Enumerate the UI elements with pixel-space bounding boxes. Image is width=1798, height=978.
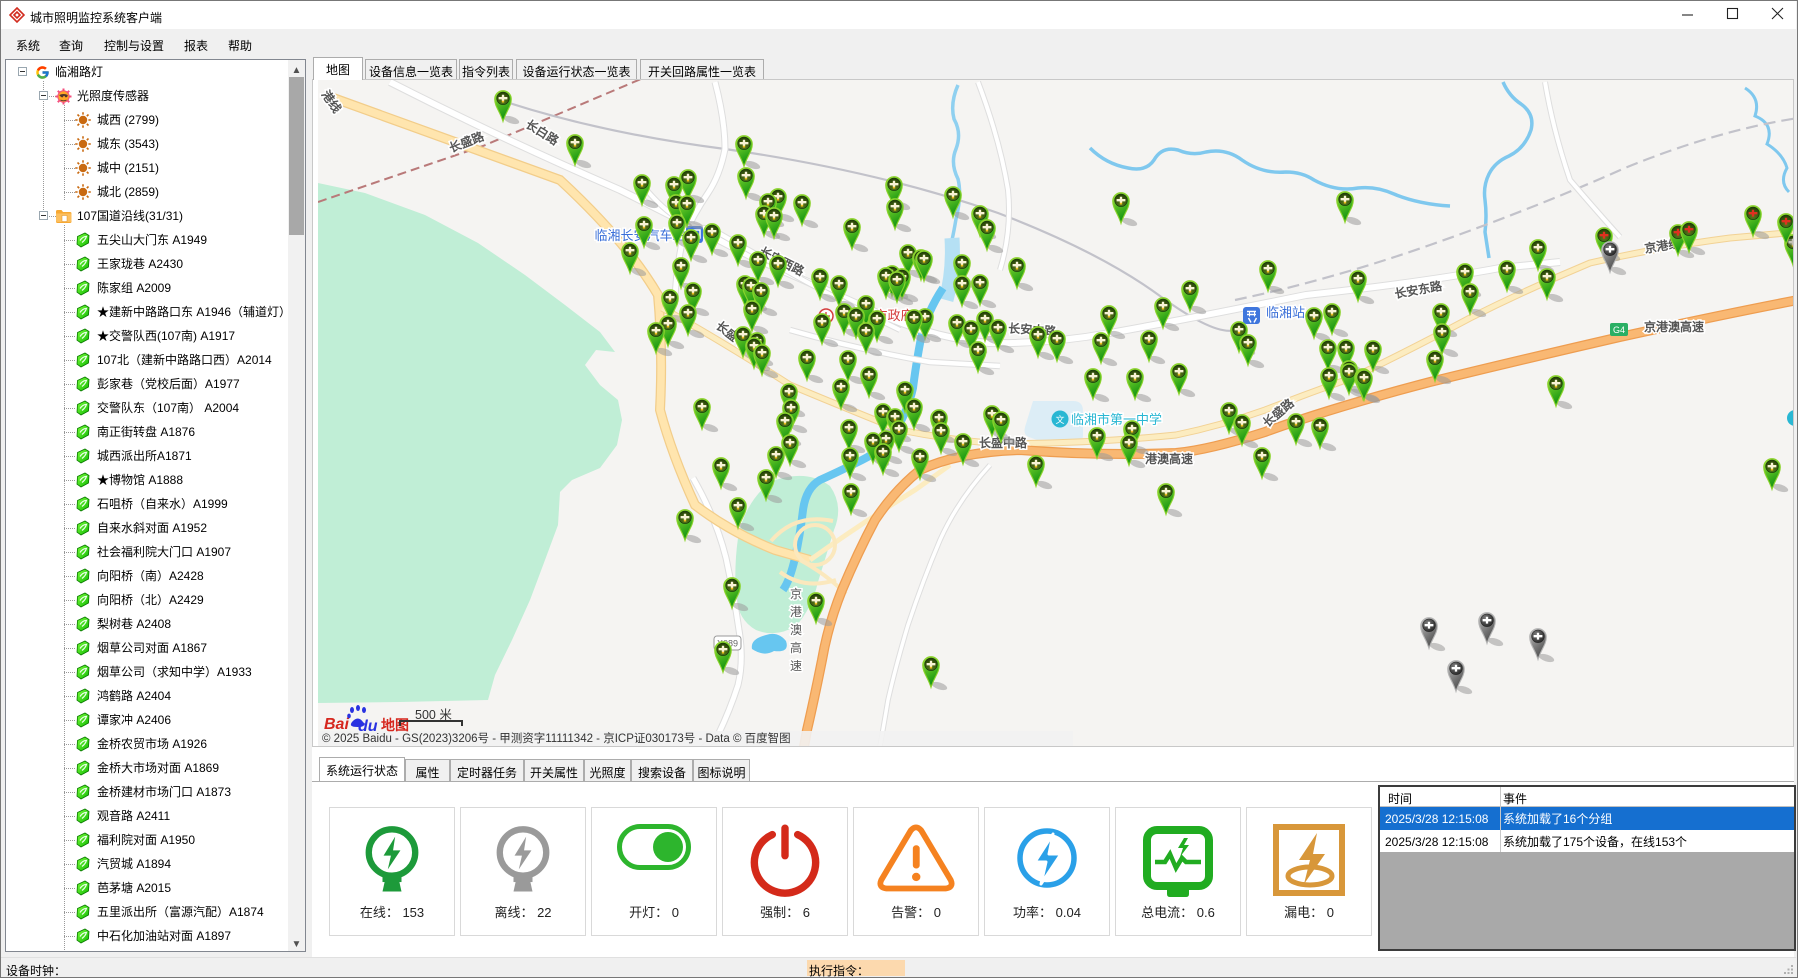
svg-text:500 米: 500 米: [415, 704, 452, 723]
svg-text:临湘市第一中学: 临湘市第一中学: [1071, 409, 1162, 428]
svg-text:京港澳高速: 京港澳高速: [1644, 318, 1704, 335]
svg-text:京: 京: [790, 585, 802, 602]
svg-text:港: 港: [790, 603, 802, 620]
svg-text:临湘站: 临湘站: [1266, 302, 1305, 321]
svg-text:Bai: Bai: [324, 710, 349, 734]
svg-text:地图: 地图: [381, 715, 409, 735]
svg-text:速: 速: [790, 657, 802, 674]
svg-text:澳: 澳: [790, 621, 802, 638]
svg-text:文: 文: [1055, 413, 1064, 426]
svg-text:高: 高: [790, 639, 802, 656]
svg-text:G4: G4: [1613, 323, 1625, 336]
svg-text:港澳高速: 港澳高速: [1145, 450, 1193, 467]
